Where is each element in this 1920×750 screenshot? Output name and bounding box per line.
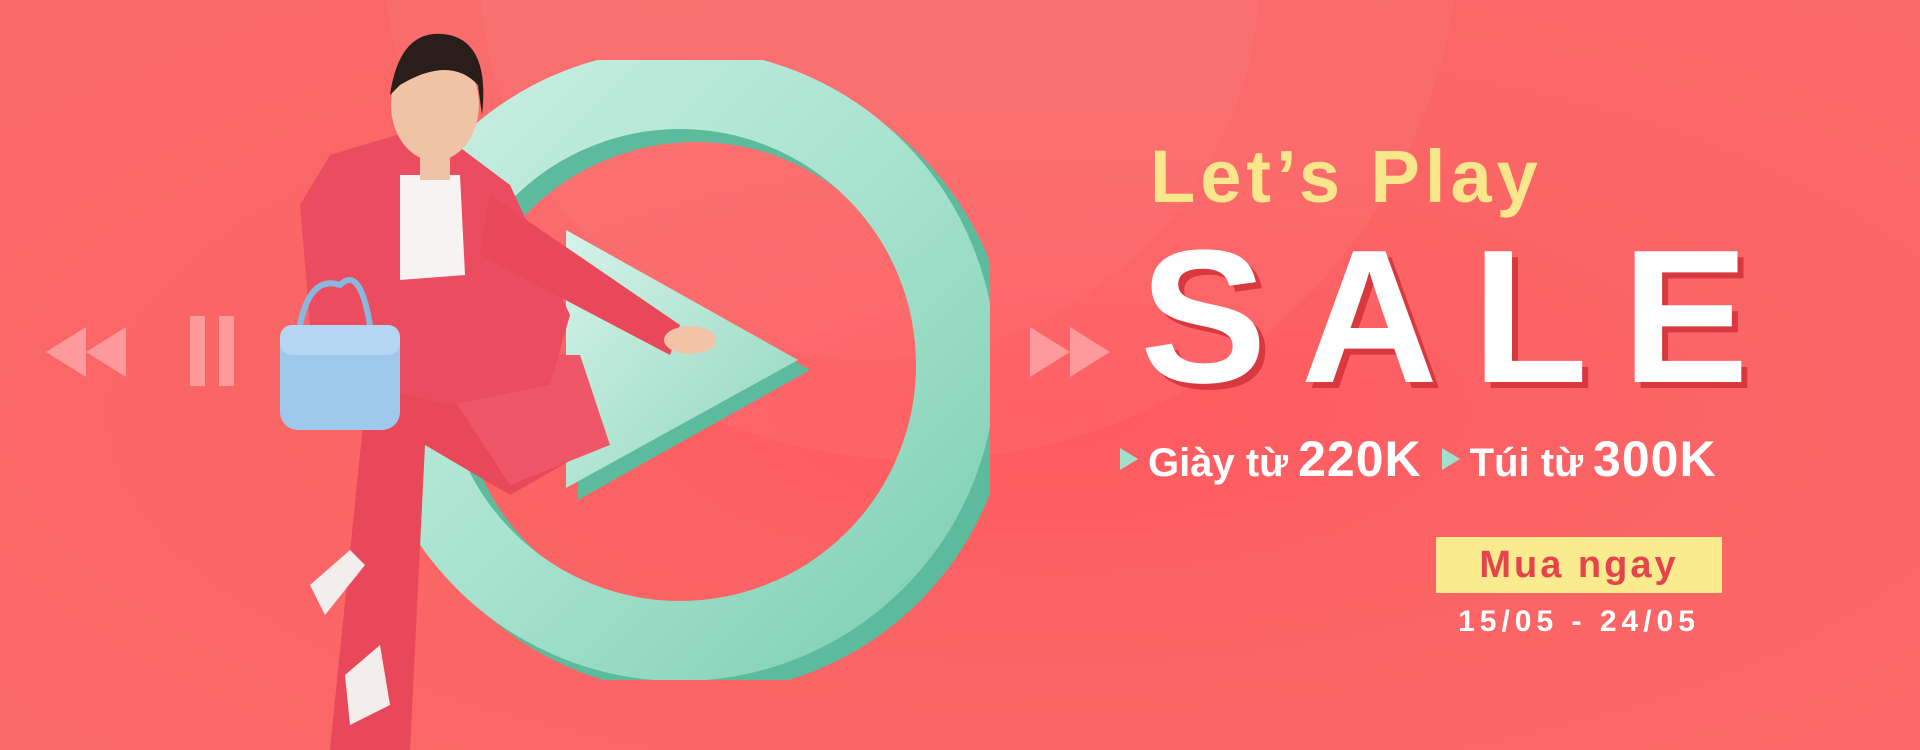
offer-list: Giày từ 220K Túi từ 300K (1120, 430, 1717, 488)
shop-now-button[interactable]: Mua ngay (1436, 537, 1722, 593)
pause-icon (190, 316, 234, 386)
offer-label: Túi từ (1469, 441, 1584, 485)
model-illustration (280, 33, 716, 750)
offer-price: 220K (1298, 431, 1422, 487)
headline: Let’s Play (1150, 135, 1543, 218)
offer-label: Giày từ (1148, 441, 1289, 485)
fast-forward-icon (1030, 327, 1110, 377)
sale-date-range: 15/05 - 24/05 (1458, 605, 1700, 638)
sale-title: SALE (1140, 211, 1783, 423)
offer-bags: Túi từ 300K (1441, 430, 1717, 488)
triangle-bullet-icon (1441, 448, 1460, 470)
triangle-bullet-icon (1120, 448, 1138, 470)
offer-shoes: Giày từ 220K (1120, 430, 1422, 488)
rewind-icon (46, 327, 126, 377)
sale-banner[interactable]: Let’s Play SALE Giày từ 220K Túi từ 300K… (0, 0, 1920, 750)
offer-price: 300K (1593, 431, 1717, 487)
